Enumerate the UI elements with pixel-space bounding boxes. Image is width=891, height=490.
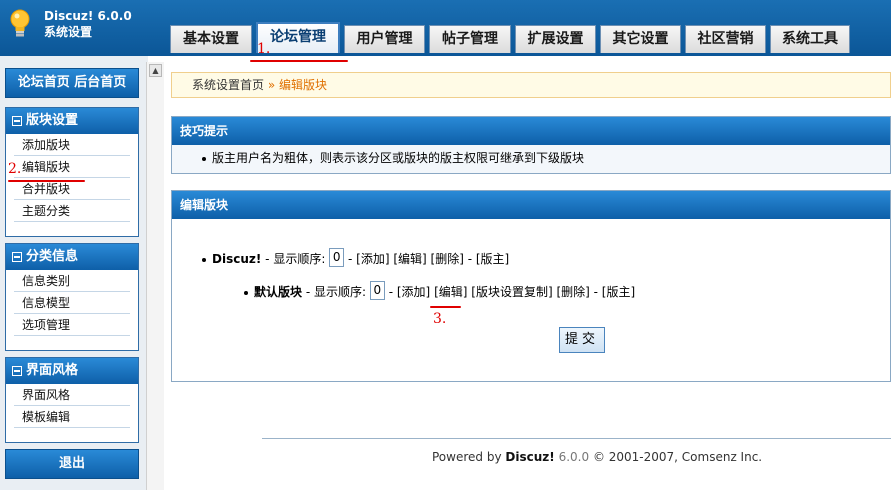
app-name: Discuz! 6.0.0	[44, 9, 132, 23]
section-header[interactable]: 版块设置	[6, 108, 138, 134]
section-title: 界面风格	[26, 363, 79, 378]
tab-basic-settings[interactable]: 基本设置	[170, 25, 252, 53]
section-header[interactable]: 分类信息	[6, 244, 138, 270]
annotation-1: 1.	[257, 41, 271, 57]
nav-home-links[interactable]: 论坛首页 后台首页	[5, 68, 139, 98]
forum-order-label: - 显示顺序:	[305, 285, 367, 299]
footer: Powered by Discuz! 6.0.0 © 2001-2007, Co…	[432, 450, 762, 464]
collapse-icon[interactable]	[12, 115, 22, 126]
category-order-label: - 显示顺序:	[265, 252, 326, 266]
category-order-input[interactable]: 0	[329, 248, 345, 267]
sidebar-section-styles: 界面风格 界面风格 模板编辑	[5, 357, 139, 443]
sidebar-item-template-edit[interactable]: 模板编辑	[14, 406, 130, 428]
forum-order-input[interactable]: 0	[369, 281, 385, 300]
category-row: Discuz! - 显示顺序: 0 - [添加] [编辑] [删除] - [版主…	[202, 248, 509, 267]
sidebar-item-edit-forum[interactable]: 编辑版块	[14, 156, 130, 178]
footer-brand[interactable]: Discuz!	[505, 450, 554, 464]
sidebar-item-option-management[interactable]: 选项管理	[14, 314, 130, 336]
breadcrumb-current: 编辑版块	[279, 78, 328, 92]
tab-community-marketing[interactable]: 社区营销	[685, 25, 766, 53]
sidebar-item-info-types[interactable]: 信息类别	[14, 270, 130, 292]
tips-panel: 技巧提示 版主用户名为粗体，则表示该分区或版块的版主权限可继承到下级版块	[171, 116, 891, 174]
tip-text: 版主用户名为粗体，则表示该分区或版块的版主权限可继承到下级版块	[212, 151, 585, 165]
app-title-block: Discuz! 6.0.0 系统设置	[44, 8, 132, 40]
annotation-1-underline	[250, 60, 348, 62]
logout-button[interactable]: 退出	[5, 449, 139, 479]
footer-powered: Powered by	[432, 450, 502, 464]
section-header[interactable]: 界面风格	[6, 358, 138, 384]
tab-extension-settings[interactable]: 扩展设置	[515, 25, 596, 53]
footer-copyright: © 2001-2007, Comsenz Inc.	[592, 450, 763, 464]
forum-edit-link[interactable]: [编辑]	[434, 285, 467, 299]
annotation-2: 2.	[8, 161, 22, 177]
annotation-3-underline	[430, 306, 461, 308]
forum-name: 默认版块	[254, 285, 303, 299]
category-name: Discuz!	[212, 252, 262, 266]
scrollbar[interactable]: ▲	[146, 62, 164, 490]
forum-dash: -	[388, 285, 394, 299]
tip-item: 版主用户名为粗体，则表示该分区或版块的版主权限可继承到下级版块	[172, 145, 890, 173]
forum-add-link[interactable]: [添加]	[397, 285, 430, 299]
forum-other-actions[interactable]: [版块设置复制] [删除] - [版主]	[471, 285, 635, 299]
breadcrumb-separator: »	[267, 78, 276, 92]
tips-panel-title: 技巧提示	[172, 117, 890, 145]
top-header: Discuz! 6.0.0 系统设置 基本设置 论坛管理 用户管理 帖子管理 扩…	[0, 0, 891, 56]
footer-divider	[262, 438, 891, 439]
bullet-icon	[244, 290, 248, 295]
tab-post-management[interactable]: 帖子管理	[429, 25, 511, 53]
category-actions[interactable]: - [添加] [编辑] [删除] - [版主]	[348, 252, 509, 266]
lightbulb-logo-icon	[10, 9, 30, 37]
annotation-3: 3.	[433, 311, 447, 327]
footer-version: 6.0.0	[558, 450, 590, 464]
bullet-icon	[202, 257, 206, 262]
app-subtitle: 系统设置	[44, 25, 93, 39]
collapse-icon[interactable]	[12, 365, 22, 376]
section-title: 版块设置	[26, 113, 79, 128]
bullet-icon	[202, 156, 206, 161]
annotation-2-underline	[8, 180, 85, 182]
sidebar-section-forum-settings: 版块设置 添加版块 编辑版块 合并版块 主题分类	[5, 107, 139, 237]
sidebar-item-styles[interactable]: 界面风格	[14, 384, 130, 406]
sidebar-item-thread-types[interactable]: 主题分类	[14, 200, 130, 222]
sidebar-item-info-models[interactable]: 信息模型	[14, 292, 130, 314]
edit-forum-panel: 编辑版块 Discuz! - 显示顺序: 0 - [添加] [编辑] [删除] …	[171, 190, 891, 382]
breadcrumb-home[interactable]: 系统设置首页	[192, 78, 264, 92]
tab-other-settings[interactable]: 其它设置	[600, 25, 681, 53]
edit-panel-title: 编辑版块	[172, 191, 890, 219]
collapse-icon[interactable]	[12, 251, 22, 262]
tab-system-tools[interactable]: 系统工具	[770, 25, 850, 53]
tab-user-management[interactable]: 用户管理	[344, 25, 425, 53]
scroll-up-icon[interactable]: ▲	[149, 64, 162, 77]
sidebar-section-classified-info: 分类信息 信息类别 信息模型 选项管理	[5, 243, 139, 351]
submit-button[interactable]: 提交	[559, 327, 605, 353]
sidebar-item-add-forum[interactable]: 添加版块	[14, 134, 130, 156]
section-title: 分类信息	[26, 249, 79, 264]
forum-row: 默认版块 - 显示顺序: 0 - [添加] [编辑] [版块设置复制] [删除]…	[244, 281, 635, 300]
breadcrumb: 系统设置首页 » 编辑版块	[171, 72, 891, 98]
